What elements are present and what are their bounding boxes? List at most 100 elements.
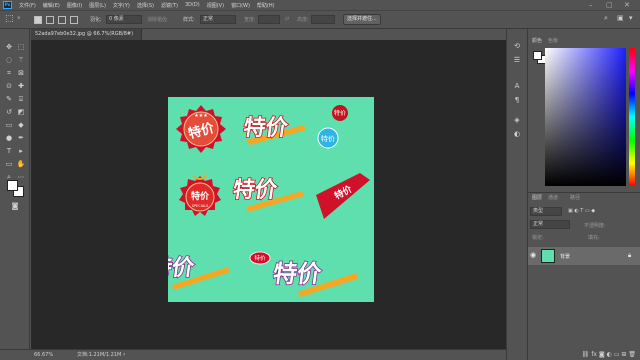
menu-window[interactable]: 窗口(W) — [231, 2, 250, 9]
height-label: 高度: — [297, 17, 309, 23]
ribbon-banner: 特价 — [316, 173, 370, 219]
magic-wand-icon[interactable]: ⚚ — [15, 55, 27, 65]
eyedropper-icon[interactable]: ⊙ — [3, 81, 15, 91]
filter-kind-select[interactable]: 类型 — [530, 207, 562, 216]
blend-mode-label: 正常 — [533, 221, 544, 227]
adjustment-layer-icon[interactable]: ◐ — [607, 351, 612, 358]
intersect-selection-icon[interactable] — [70, 16, 78, 24]
menu-image[interactable]: 图像(I) — [67, 2, 82, 9]
select-and-mask-button[interactable]: 选择并遮住... — [343, 14, 381, 25]
title-4: 特价 — [270, 259, 358, 297]
dodge-tool-icon[interactable]: ● — [3, 133, 15, 143]
new-selection-icon[interactable] — [34, 16, 42, 24]
feather-input[interactable]: 0 像素 — [106, 15, 142, 24]
document-canvas[interactable]: ★★★ 特价 特价 特价 特价 特价 SPECIALS 特价 特价 特价 特价 … — [168, 97, 374, 302]
healing-brush-icon[interactable]: ✚ — [15, 81, 27, 91]
add-selection-icon[interactable] — [46, 16, 54, 24]
tab-swatches[interactable]: 色板 — [548, 37, 558, 44]
fx-icon[interactable]: fx — [591, 351, 597, 358]
search-icon[interactable]: ⌕ — [604, 14, 608, 23]
quick-mask-icon[interactable]: ◙ — [9, 201, 21, 211]
document-tab[interactable]: 52ada97eb0e32.jpg @ 66.7%(RGB/8#) × — [31, 29, 142, 48]
blur-tool-icon[interactable]: ◆ — [15, 120, 27, 130]
antialias-checkbox[interactable]: 消除锯齿 — [147, 16, 167, 23]
link-icon[interactable]: ⛓ — [582, 351, 590, 358]
lasso-tool-icon[interactable]: ◌ — [3, 55, 15, 65]
filter-kind-label: 类型 — [533, 208, 544, 214]
new-layer-icon[interactable]: ⊞ — [621, 351, 626, 358]
history-brush-icon[interactable]: ↺ — [3, 107, 15, 117]
title-3-text: 特价 — [168, 255, 197, 281]
tab-color[interactable]: 颜色 — [532, 37, 542, 44]
doc-info: 文档:1.21M/1.21M — [77, 352, 122, 358]
eraser-tool-icon[interactable]: ◩ — [15, 107, 27, 117]
crop-tool-icon[interactable]: ⌗ — [3, 68, 15, 78]
title-large: 特价 — [241, 114, 306, 145]
feather-label: 羽化: — [90, 17, 102, 23]
close-icon[interactable]: ✕ — [624, 1, 630, 9]
menu-type[interactable]: 文字(Y) — [113, 2, 130, 9]
chevron-down-icon[interactable]: ▾ — [629, 14, 633, 22]
menu-layer[interactable]: 图层(L) — [89, 2, 106, 9]
width-input[interactable] — [258, 15, 280, 24]
title-2: 特价 — [230, 176, 304, 212]
layer-name[interactable]: 背景 — [560, 253, 570, 260]
swap-icon[interactable]: ⇄ — [285, 16, 289, 22]
zoom-level[interactable]: 66.67% — [34, 350, 53, 360]
mask-icon[interactable]: ◙ — [599, 351, 605, 358]
visibility-eye-icon[interactable]: ◉ — [530, 251, 536, 259]
foreground-color-swatch[interactable] — [7, 180, 18, 191]
type-tool-icon[interactable]: T — [3, 146, 15, 156]
shape-tool-icon[interactable]: ▭ — [3, 159, 15, 169]
status-bar: 66.67% 文档:1.21M/1.21M › — [0, 349, 519, 360]
layer-thumbnail — [541, 249, 555, 263]
gradient-tool-icon[interactable]: ▭ — [3, 120, 15, 130]
fg-color-chip[interactable] — [533, 51, 542, 60]
layer-row-background[interactable]: ◉ 背景 🔒︎ — [528, 247, 640, 265]
subtract-selection-icon[interactable] — [58, 16, 66, 24]
chevron-right-icon[interactable]: › — [123, 350, 125, 360]
minimize-icon[interactable]: – — [589, 1, 593, 9]
menu-help[interactable]: 帮助(H) — [257, 2, 275, 9]
menu-select[interactable]: 选择(S) — [137, 2, 154, 9]
hue-slider[interactable] — [629, 48, 635, 186]
chevron-down-icon[interactable]: ▾ — [17, 14, 21, 22]
brush-tool-icon[interactable]: ✎ — [3, 94, 15, 104]
character-icon[interactable]: A — [511, 81, 523, 91]
properties-icon[interactable]: ☰ — [511, 55, 523, 65]
menu-edit[interactable]: 编辑(E) — [43, 2, 60, 9]
tab-paths[interactable]: 路径 — [570, 194, 580, 201]
menu-3d[interactable]: 3D(D) — [185, 2, 200, 8]
menu-file[interactable]: 文件(F) — [19, 2, 36, 9]
menu-filter[interactable]: 滤镜(T) — [161, 2, 178, 9]
tab-layers[interactable]: 图层 — [532, 194, 542, 201]
workspace-icon[interactable]: ▣ — [617, 14, 624, 22]
filter-icons[interactable]: ▣ ◐ T ▭ ◆ — [568, 208, 595, 214]
group-icon[interactable]: ▭ — [614, 351, 620, 358]
title-large-text: 特价 — [242, 115, 291, 141]
marquee-tool-icon[interactable]: ⬚ — [5, 14, 14, 24]
menu-view[interactable]: 视图(V) — [207, 2, 224, 9]
height-input[interactable] — [311, 15, 335, 24]
artboard-tool-icon[interactable]: ⬚ — [15, 42, 27, 52]
stamp-tool-icon[interactable]: ⍓ — [15, 94, 27, 104]
style-label: 样式: — [183, 17, 195, 23]
color-picker-field[interactable] — [545, 48, 626, 186]
circle-1-text: 特价 — [321, 134, 335, 143]
pen-tool-icon[interactable]: ✒ — [15, 133, 27, 143]
path-select-icon[interactable]: ▸ — [15, 146, 27, 156]
move-tool-icon[interactable]: ✥ — [3, 42, 15, 52]
hand-tool-icon[interactable]: ✋ — [15, 159, 27, 169]
frame-tool-icon[interactable]: ⊠ — [15, 68, 27, 78]
style-select[interactable]: 正常 — [200, 15, 236, 24]
libraries-icon[interactable]: ◈ — [511, 115, 523, 125]
title-4-text: 特价 — [271, 260, 324, 288]
opacity-label: 不透明度: — [584, 223, 606, 229]
blend-mode-select[interactable]: 正常 — [530, 220, 570, 229]
history-icon[interactable]: ⟲ — [511, 41, 523, 51]
maximize-icon[interactable]: ▢ — [606, 1, 613, 9]
trash-icon[interactable]: 🗑︎ — [628, 351, 636, 358]
tab-channels[interactable]: 通道 — [548, 194, 558, 201]
adjustments-icon[interactable]: ◐ — [511, 129, 523, 139]
paragraph-icon[interactable]: ¶ — [511, 95, 523, 105]
